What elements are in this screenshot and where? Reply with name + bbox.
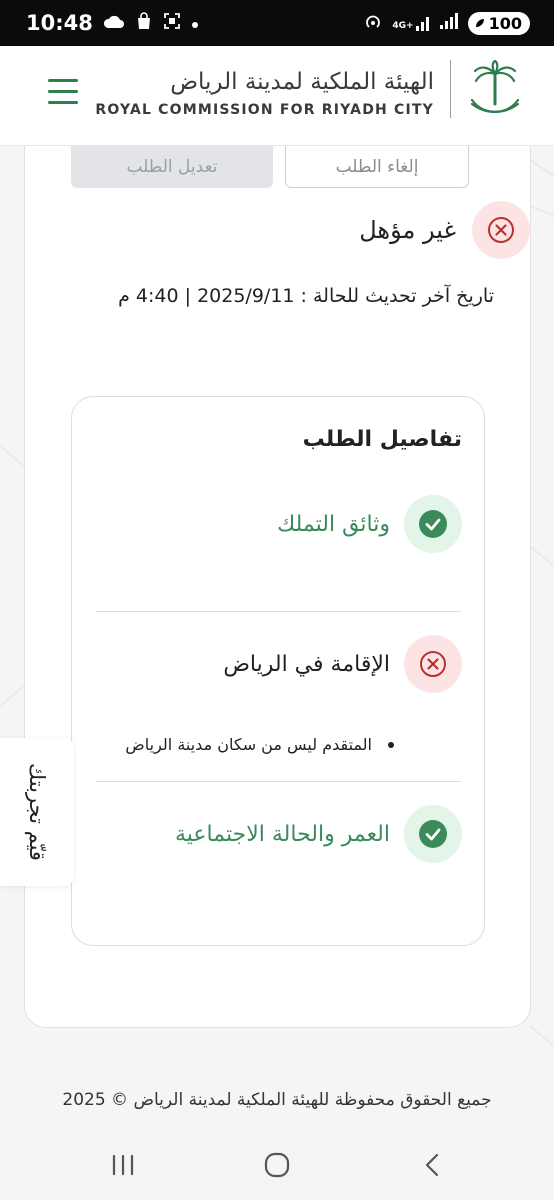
- check-label: وثائق التملك: [277, 511, 390, 537]
- battery-level: 100: [488, 13, 522, 33]
- back-icon[interactable]: [420, 1152, 446, 1182]
- check-label: الإقامة في الرياض: [223, 651, 390, 677]
- row-divider: [96, 611, 461, 612]
- battery-saver-icon: [475, 19, 484, 27]
- cloud-icon: [103, 14, 125, 33]
- brand-divider: [450, 60, 451, 118]
- hamburger-menu-icon[interactable]: [48, 79, 78, 107]
- details-title: تفاصيل الطلب: [302, 427, 462, 452]
- network-type-label: 4G+: [392, 21, 414, 31]
- request-details-panel: تفاصيل الطلب وثائق التملك الإقامة في الر…: [71, 396, 485, 946]
- hotspot-icon: [364, 12, 382, 34]
- notification-dot-icon: [191, 14, 199, 33]
- rate-experience-label: قيّم تجربتك: [25, 763, 49, 861]
- request-status-card: تعديل الطلب إلغاء الطلب غير مؤهل تاريخ آ…: [24, 146, 531, 1028]
- check-pass-icon: [404, 805, 462, 863]
- status-time: 10:48: [26, 11, 93, 35]
- not-eligible-x-icon: [472, 201, 530, 259]
- check-ownership-documents: وثائق التملك: [277, 495, 462, 553]
- check-label: العمر والحالة الاجتماعية: [175, 821, 390, 847]
- system-navigation-bar: [0, 1132, 554, 1200]
- check-age-marital-status: العمر والحالة الاجتماعية: [175, 805, 462, 863]
- battery-indicator: 100: [467, 11, 530, 35]
- last-update-text: تاريخ آخر تحديث للحالة : 2025/9/11 | 4:4…: [118, 285, 494, 307]
- rate-experience-tab[interactable]: قيّم تجربتك: [0, 738, 74, 886]
- check-pass-icon: [404, 495, 462, 553]
- edit-request-button[interactable]: تعديل الطلب: [71, 146, 273, 188]
- brand-name-arabic: الهيئة الملكية لمدينة الرياض: [170, 69, 434, 95]
- row-divider: [96, 781, 461, 782]
- shopping-bag-icon: [135, 12, 153, 34]
- status-label: غير مؤهل: [359, 216, 456, 244]
- recent-apps-icon[interactable]: [110, 1152, 136, 1182]
- home-icon[interactable]: [264, 1152, 290, 1182]
- palm-swords-emblem-icon: [462, 59, 528, 122]
- eligibility-status: غير مؤهل: [70, 201, 530, 259]
- status-bar: 10:48 4G+ 100: [0, 0, 554, 46]
- signal-icon: [439, 13, 458, 33]
- mobile-data-icon: 4G+: [392, 15, 429, 31]
- screenshot-icon: [163, 12, 181, 34]
- brand-name-english: ROYAL COMMISSION FOR RIYADH CITY: [95, 102, 434, 118]
- failure-reason-text: المتقدم ليس من سكان مدينة الرياض: [125, 735, 372, 754]
- status-right: 4G+ 100: [364, 11, 530, 35]
- check-fail-icon: [404, 635, 462, 693]
- bullet: [388, 741, 394, 748]
- check-riyadh-residence: الإقامة في الرياض: [223, 635, 462, 693]
- cancel-request-button[interactable]: إلغاء الطلب: [285, 146, 469, 188]
- app-header: الهيئة الملكية لمدينة الرياض ROYAL COMMI…: [0, 46, 554, 146]
- copyright-footer: جميع الحقوق محفوظة للهيئة الملكية لمدينة…: [62, 1090, 492, 1110]
- failure-reason: المتقدم ليس من سكان مدينة الرياض: [125, 735, 394, 754]
- status-left: 10:48: [26, 11, 199, 35]
